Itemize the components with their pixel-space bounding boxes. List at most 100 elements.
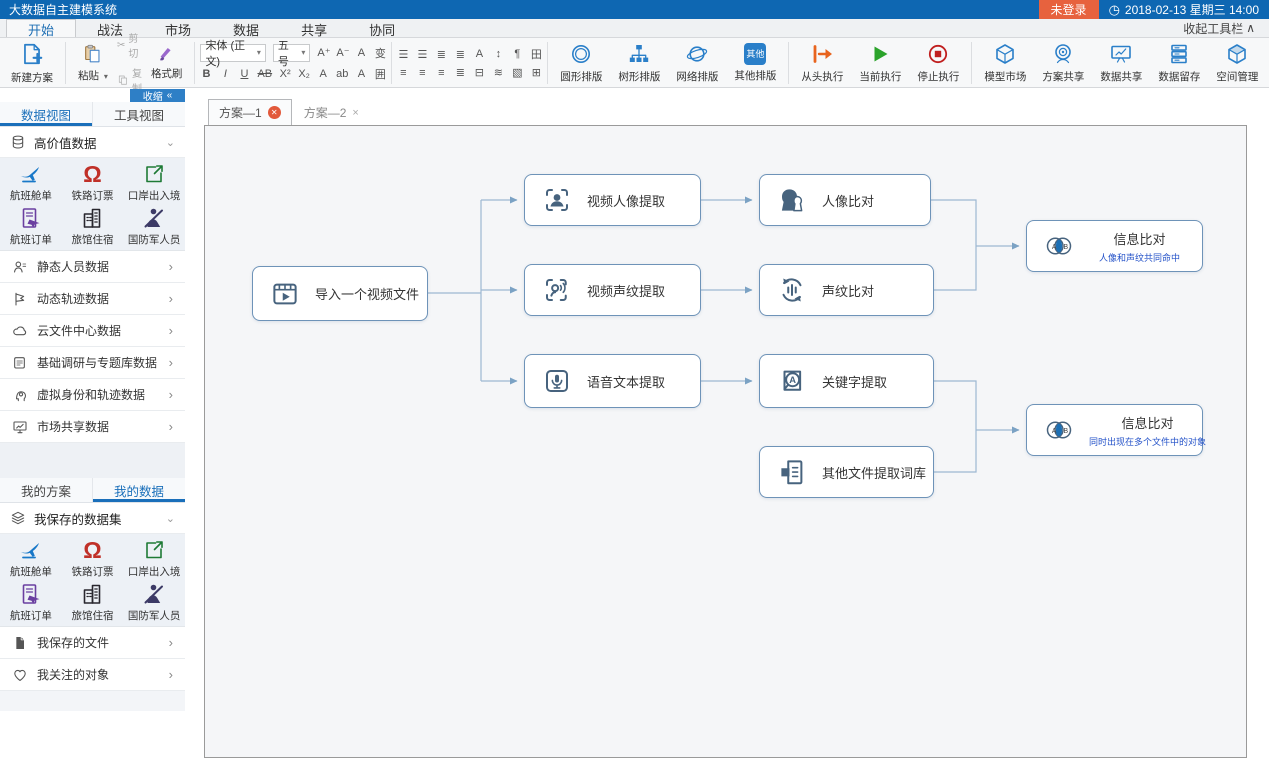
paragraph-tool-0-2[interactable]: ≣ (435, 48, 447, 61)
category-cloud[interactable]: 云文件中心数据› (0, 315, 185, 347)
paragraph-tool-1-3[interactable]: ≣ (454, 66, 466, 79)
paragraph-tool-0-4[interactable]: A (473, 48, 485, 60)
share-board-button[interactable]: 数据共享 (1093, 41, 1149, 85)
stop-exec-button[interactable]: 停止执行 (910, 41, 966, 85)
dataset-hotel[interactable]: 旅馆住宿 (71, 582, 113, 623)
flow-node-info-compare-2[interactable]: AB信息比对同时出现在多个文件中的对象 (1026, 404, 1203, 456)
dataset-border-entry-exit[interactable]: 口岸出入境 (128, 162, 181, 203)
canvas-tab-0[interactable]: 方案—1✕ (208, 99, 292, 125)
space-cube-button[interactable]: 空间管理 (1209, 41, 1265, 85)
model-cube-button[interactable]: 模型市场 (977, 41, 1033, 85)
sidebar-view-tab-0[interactable]: 数据视图 (0, 102, 93, 126)
my-item-file[interactable]: 我保存的文件› (0, 627, 185, 659)
paragraph-tool-0-5[interactable]: ↕ (492, 48, 504, 60)
network-layout-button[interactable]: 网络排版 (669, 41, 725, 85)
node-label: 人像比对 (822, 191, 874, 210)
paragraph-tool-1-5[interactable]: ≋ (492, 66, 504, 79)
paragraph-tool-0-3[interactable]: ≣ (454, 48, 466, 61)
share-disc-button[interactable]: 方案共享 (1035, 41, 1091, 85)
ribbon-tab-3[interactable]: 数据 (212, 19, 280, 37)
paragraph-tool-1-0[interactable]: ≡ (397, 67, 409, 79)
ribbon-tab-5[interactable]: 协同 (348, 19, 416, 37)
circle-layout-button[interactable]: 圆形排版 (553, 41, 609, 85)
login-status-badge[interactable]: 未登录 (1039, 0, 1099, 19)
railway-icon: Ω (83, 162, 101, 186)
dataset-border-entry-exit[interactable]: 口岸出入境 (128, 538, 181, 579)
category-doc-research[interactable]: 基础调研与专题库数据› (0, 347, 185, 379)
my-item-heart[interactable]: 我关注的对象› (0, 659, 185, 691)
cut-button[interactable]: ✂剪切 (117, 30, 142, 60)
paragraph-tool-0-7[interactable]: 田 (530, 46, 542, 62)
run-current-button[interactable]: 当前执行 (852, 41, 908, 85)
flow-node-other-files[interactable]: 其他文件提取词库 (759, 446, 934, 498)
sidebar-view-tab-1[interactable]: 工具视图 (93, 102, 185, 126)
dataset-railway[interactable]: Ω铁路订票 (71, 162, 113, 203)
category-flag[interactable]: 动态轨迹数据› (0, 283, 185, 315)
format-tool-1[interactable]: I (219, 68, 231, 80)
ribbon-tab-2[interactable]: 市场 (144, 19, 212, 37)
font-tool-1[interactable]: A⁻ (336, 46, 348, 59)
paragraph-tool-1-1[interactable]: ≡ (416, 67, 428, 79)
sidebar-my-tab-0[interactable]: 我的方案 (0, 478, 93, 502)
format-tool-7[interactable]: ab (336, 68, 348, 80)
paragraph-tool-0-0[interactable]: ☰ (397, 48, 409, 61)
dataset-airplane[interactable]: 航班舱单 (10, 538, 52, 579)
flow-node-face-extract[interactable]: 视频人像提取 (524, 174, 701, 226)
ribbon-tab-0[interactable]: 开始 (6, 19, 76, 37)
font-tool-0[interactable]: A⁺ (317, 46, 329, 59)
other-layout-button[interactable]: 其他其他排版 (727, 42, 783, 84)
format-tool-9[interactable]: 囲 (374, 66, 386, 82)
dataset-flight-order[interactable]: 航班订单 (10, 206, 52, 247)
server-stack-button[interactable]: 数据留存 (1151, 41, 1207, 85)
paragraph-tool-1-2[interactable]: ≡ (435, 67, 447, 79)
run-from-start-button[interactable]: 从头执行 (794, 41, 850, 85)
format-tool-5[interactable]: X₂ (298, 68, 310, 80)
category-person[interactable]: 静态人员数据› (0, 251, 185, 283)
tab-close-button[interactable]: ✕ (268, 106, 281, 119)
sidebar-collapse-button[interactable]: 收缩 « (130, 89, 185, 102)
paragraph-tool-1-7[interactable]: ⊞ (530, 66, 542, 79)
tree-layout-button[interactable]: 树形排版 (611, 41, 667, 85)
new-plan-button[interactable]: 新建方案 (4, 40, 60, 86)
category-virtual-identity[interactable]: 虚拟身份和轨迹数据› (0, 379, 185, 411)
flow-node-speech-text[interactable]: 语音文本提取 (524, 354, 701, 408)
dataset-airplane[interactable]: 航班舱单 (10, 162, 52, 203)
ribbon-tab-4[interactable]: 共享 (280, 19, 348, 37)
section-high-value-data[interactable]: 高价值数据 ⌄ (0, 127, 185, 158)
format-painter-button[interactable]: 格式刷 (144, 44, 190, 82)
collapse-toolbar-button[interactable]: 收起工具栏 ∧ (1183, 19, 1255, 37)
font-size-select[interactable]: 五号▾ (273, 44, 311, 62)
format-tool-8[interactable]: A (355, 68, 367, 80)
dataset-soldier[interactable]: 国防军人员 (128, 206, 181, 247)
format-tool-4[interactable]: X² (279, 68, 291, 80)
paste-button[interactable]: 粘贴 ▾ (71, 42, 115, 84)
paragraph-tool-0-6[interactable]: ¶ (511, 48, 523, 60)
dataset-soldier[interactable]: 国防军人员 (128, 582, 181, 623)
format-tool-3[interactable]: AB (257, 68, 272, 80)
sidebar-my-tab-1[interactable]: 我的数据 (93, 478, 185, 502)
font-family-select[interactable]: 宋体 (正文)▾ (200, 44, 265, 62)
font-tool-3[interactable]: 变 (374, 45, 386, 61)
paragraph-tool-0-1[interactable]: ☰ (416, 48, 428, 61)
canvas-tab-1[interactable]: 方案—2× (294, 100, 369, 125)
dataset-flight-order[interactable]: 航班订单 (10, 582, 52, 623)
category-market-monitor[interactable]: 市场共享数据› (0, 411, 185, 443)
section-saved-datasets[interactable]: 我保存的数据集 ⌄ (0, 503, 185, 534)
dataset-hotel[interactable]: 旅馆住宿 (71, 206, 113, 247)
format-tool-2[interactable]: U (238, 68, 250, 80)
flow-node-keyword[interactable]: A关键字提取 (759, 354, 934, 408)
flow-node-voice-extract[interactable]: 视频声纹提取 (524, 264, 701, 316)
paragraph-tool-1-6[interactable]: ▧ (511, 66, 523, 79)
dataset-railway[interactable]: Ω铁路订票 (71, 538, 113, 579)
flow-node-face-compare[interactable]: 人像比对 (759, 174, 931, 226)
flow-node-info-compare-1[interactable]: AB信息比对人像和声纹共同命中 (1026, 220, 1203, 272)
format-tool-0[interactable]: B (200, 68, 212, 80)
tab-close-button[interactable]: × (352, 107, 358, 119)
paragraph-tool-1-4[interactable]: ⊟ (473, 66, 485, 79)
flow-node-voice-compare[interactable]: 声纹比对 (759, 264, 934, 316)
font-tool-2[interactable]: A (355, 47, 367, 59)
flow-canvas[interactable]: 导入一个视频文件 视频人像提取 人像比对视频声纹提取 声纹比对语音文本提取 A关键字提取… (204, 125, 1247, 758)
flow-node-import[interactable]: 导入一个视频文件 (252, 266, 428, 321)
format-tool-6[interactable]: A (317, 68, 329, 80)
sidebar-collapse-label: 收缩 (143, 88, 163, 103)
